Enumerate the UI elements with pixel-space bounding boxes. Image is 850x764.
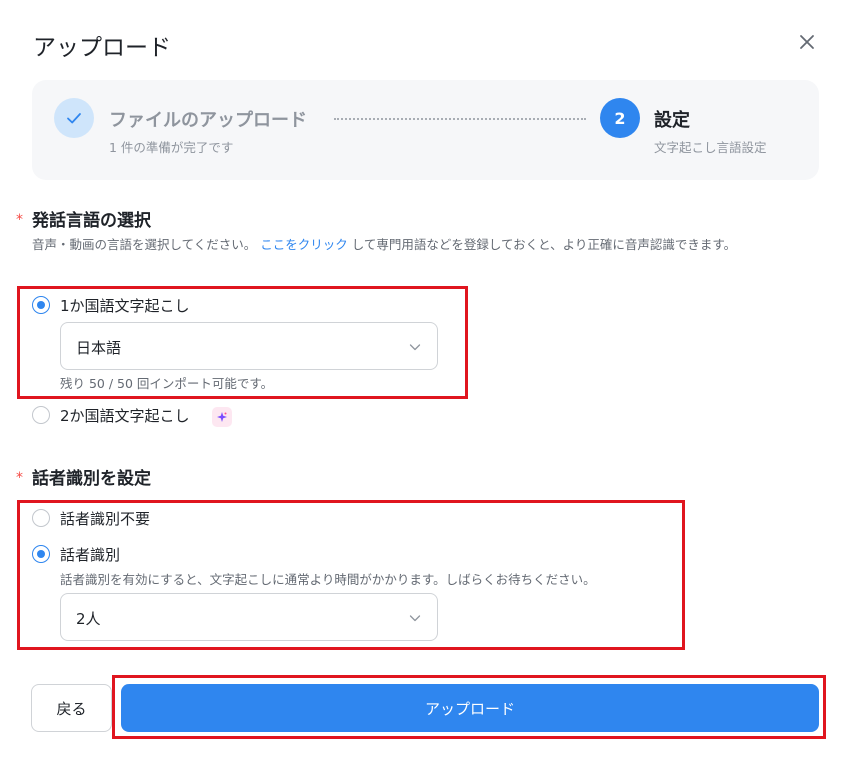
language-description: 音声・動画の言語を選択してください。 ここをクリック して専門用語などを登録して… bbox=[32, 234, 822, 255]
step2-title: 設定 bbox=[654, 110, 690, 131]
radio-dual-language[interactable] bbox=[32, 406, 50, 424]
required-mark: * bbox=[16, 212, 23, 228]
language-select[interactable]: 日本語 bbox=[60, 322, 438, 370]
radio-single-language[interactable] bbox=[32, 296, 50, 314]
no-speaker-id-label[interactable]: 話者識別不要 bbox=[60, 508, 150, 529]
speaker-count-value: 2人 bbox=[76, 610, 101, 628]
language-select-value: 日本語 bbox=[76, 339, 122, 357]
speaker-count-select[interactable]: 2人 bbox=[60, 593, 438, 641]
step1-subtitle: 1 件の準備が完了です bbox=[109, 140, 234, 155]
upload-button[interactable]: アップロード bbox=[121, 684, 819, 732]
single-language-label[interactable]: 1か国語文字起こし bbox=[60, 295, 190, 316]
chevron-down-icon bbox=[409, 344, 421, 351]
speaker-section-title: 話者識別を設定 bbox=[32, 469, 151, 489]
remaining-imports-hint: 残り 50 / 50 回インポート可能です。 bbox=[60, 376, 274, 391]
close-icon[interactable] bbox=[795, 30, 819, 54]
speaker-id-label[interactable]: 話者識別 bbox=[60, 544, 120, 565]
language-desc-text: 音声・動画の言語を選択してください。 bbox=[32, 237, 257, 252]
step1-title: ファイルのアップロード bbox=[109, 110, 307, 131]
radio-speaker-id[interactable] bbox=[32, 545, 50, 563]
step1-check-icon bbox=[54, 98, 94, 138]
language-desc-text-after: して専門用語などを登録しておくと、より正確に音声認識できます。 bbox=[351, 237, 737, 252]
back-button[interactable]: 戻る bbox=[31, 684, 112, 732]
step-connector bbox=[334, 118, 586, 120]
speaker-id-hint: 話者識別を有効にすると、文字起こしに通常より時間がかかります。しばらくお待ちくだ… bbox=[60, 572, 596, 587]
step2-number: 2 bbox=[600, 98, 640, 138]
chevron-down-icon bbox=[409, 615, 421, 622]
register-terms-link[interactable]: ここをクリック bbox=[260, 237, 348, 252]
radio-no-speaker-id[interactable] bbox=[32, 509, 50, 527]
dialog-title: アップロード bbox=[33, 35, 171, 61]
step2-subtitle: 文字起こし言語設定 bbox=[654, 140, 767, 155]
required-mark: * bbox=[16, 470, 23, 486]
language-section-title: 発話言語の選択 bbox=[32, 211, 151, 231]
stepper: ファイルのアップロード 1 件の準備が完了です 2 設定 文字起こし言語設定 bbox=[32, 80, 819, 180]
ai-sparkle-icon bbox=[212, 407, 232, 427]
dual-language-label[interactable]: 2か国語文字起こし bbox=[60, 405, 190, 426]
